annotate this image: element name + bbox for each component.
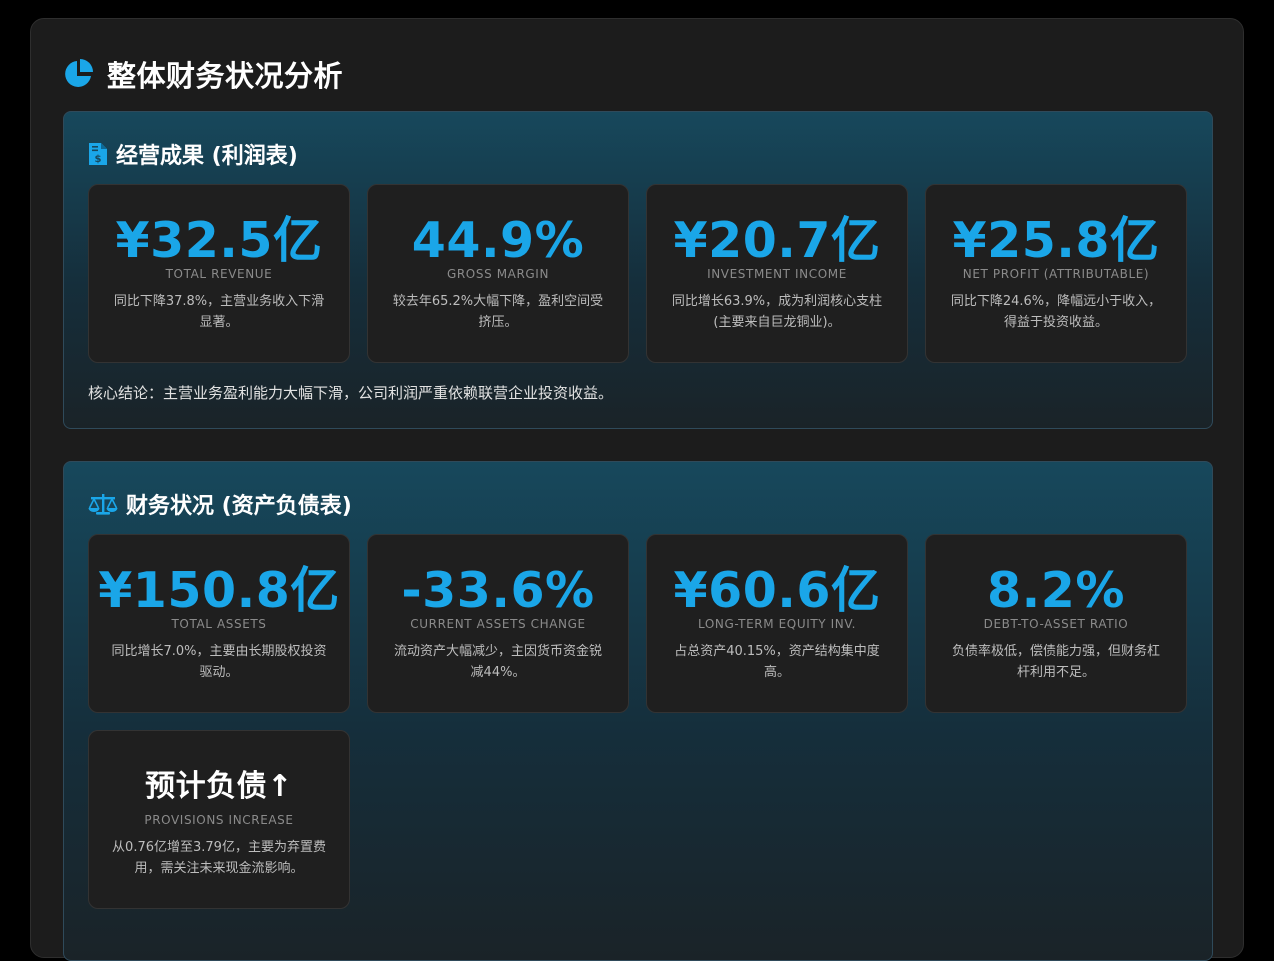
balance-section-title: 财务状况 (资产负债表): [126, 494, 352, 519]
kpi-card-debt-to-asset: 8.2% DEBT-TO-ASSET RATIO 负债率极低，偿债能力强，但财务…: [925, 534, 1187, 713]
balance-section-header: 财务状况 (资产负债表): [88, 488, 352, 520]
kpi-caption: GROSS MARGIN: [446, 267, 550, 281]
kpi-value: ¥150.8亿: [98, 562, 340, 619]
page-header: 整体财务状况分析: [63, 53, 343, 95]
kpi-description: 负债率极低，偿债能力强，但财务杠杆利用不足。: [951, 644, 1160, 680]
pie-chart-icon: [65, 59, 93, 87]
kpi-caption: CURRENT ASSETS CHANGE: [410, 617, 586, 631]
main-panel: 整体财务状况分析 $ 经营成果 (利润表) ¥32.5亿 TOTAL REVEN…: [30, 18, 1244, 961]
kpi-card-long-term-equity: ¥60.6亿 LONG-TERM EQUITY INV. 占总资产40.15%，…: [646, 534, 908, 713]
kpi-value: -33.6%: [401, 562, 595, 619]
kpi-caption: PROVISIONS INCREASE: [144, 813, 294, 827]
kpi-value: ¥25.8亿: [952, 212, 1160, 269]
income-section-title: 经营成果 (利润表): [116, 144, 298, 169]
kpi-description: 流动资产大幅减少，主因货币资金锐减44%。: [393, 644, 602, 680]
kpi-caption: TOTAL REVENUE: [165, 267, 273, 281]
kpi-description: 较去年65.2%大幅下降，盈利空间受挤压。: [392, 294, 604, 330]
svg-text:$: $: [95, 154, 102, 165]
kpi-caption: INVESTMENT INCOME: [707, 267, 847, 281]
kpi-card-gross-margin: 44.9% GROSS MARGIN 较去年65.2%大幅下降，盈利空间受挤压。: [367, 184, 629, 363]
kpi-description: 同比增长7.0%，主要由长期股权投资驱动。: [111, 644, 327, 680]
balance-section: 财务状况 (资产负债表) ¥150.8亿 TOTAL ASSETS 同比增长7.…: [63, 461, 1213, 961]
kpi-description: 同比下降24.6%，降幅远小于收入，得益于投资收益。: [950, 294, 1162, 330]
income-conclusion: 核心结论：主营业务盈利能力大幅下滑，公司利润严重依赖联营企业投资收益。: [88, 384, 614, 402]
kpi-card-provisions-increase: 预计负债↑ PROVISIONS INCREASE 从0.76亿增至3.79亿，…: [88, 730, 350, 909]
kpi-caption: NET PROFIT (ATTRIBUTABLE): [962, 267, 1150, 281]
kpi-card-total-assets: ¥150.8亿 TOTAL ASSETS 同比增长7.0%，主要由长期股权投资驱…: [88, 534, 350, 713]
kpi-caption: TOTAL ASSETS: [171, 617, 267, 631]
kpi-value: ¥32.5亿: [115, 212, 323, 269]
kpi-card-total-revenue: ¥32.5亿 TOTAL REVENUE 同比下降37.8%，主营业务收入下滑显…: [88, 184, 350, 363]
kpi-value: 预计负债↑: [145, 769, 293, 804]
kpi-description: 占总资产40.15%，资产结构集中度高。: [674, 644, 880, 680]
page-title: 整体财务状况分析: [107, 59, 344, 93]
kpi-value: 8.2%: [987, 562, 1125, 619]
kpi-caption: DEBT-TO-ASSET RATIO: [983, 617, 1129, 631]
income-section: $ 经营成果 (利润表) ¥32.5亿 TOTAL REVENUE 同比下降37…: [63, 111, 1213, 429]
kpi-description: 同比增长63.9%，成为利润核心支柱 (主要来自巨龙铜业)。: [671, 294, 883, 330]
kpi-value: ¥60.6亿: [673, 562, 881, 619]
balance-scale-icon: [88, 494, 118, 515]
kpi-value: 44.9%: [411, 212, 585, 269]
invoice-dollar-icon: $: [89, 143, 107, 165]
kpi-card-net-profit: ¥25.8亿 NET PROFIT (ATTRIBUTABLE) 同比下降24.…: [925, 184, 1187, 363]
kpi-card-current-assets-change: -33.6% CURRENT ASSETS CHANGE 流动资产大幅减少，主因…: [367, 534, 629, 713]
kpi-card-investment-income: ¥20.7亿 INVESTMENT INCOME 同比增长63.9%，成为利润核…: [646, 184, 908, 363]
kpi-caption: LONG-TERM EQUITY INV.: [697, 617, 857, 631]
income-section-header: $ 经营成果 (利润表): [88, 138, 298, 170]
kpi-description: 同比下降37.8%，主营业务收入下滑显著。: [113, 294, 325, 330]
kpi-description: 从0.76亿增至3.79亿，主要为弃置费用，需关注未来现金流影响。: [112, 840, 326, 876]
kpi-value: ¥20.7亿: [673, 212, 881, 269]
